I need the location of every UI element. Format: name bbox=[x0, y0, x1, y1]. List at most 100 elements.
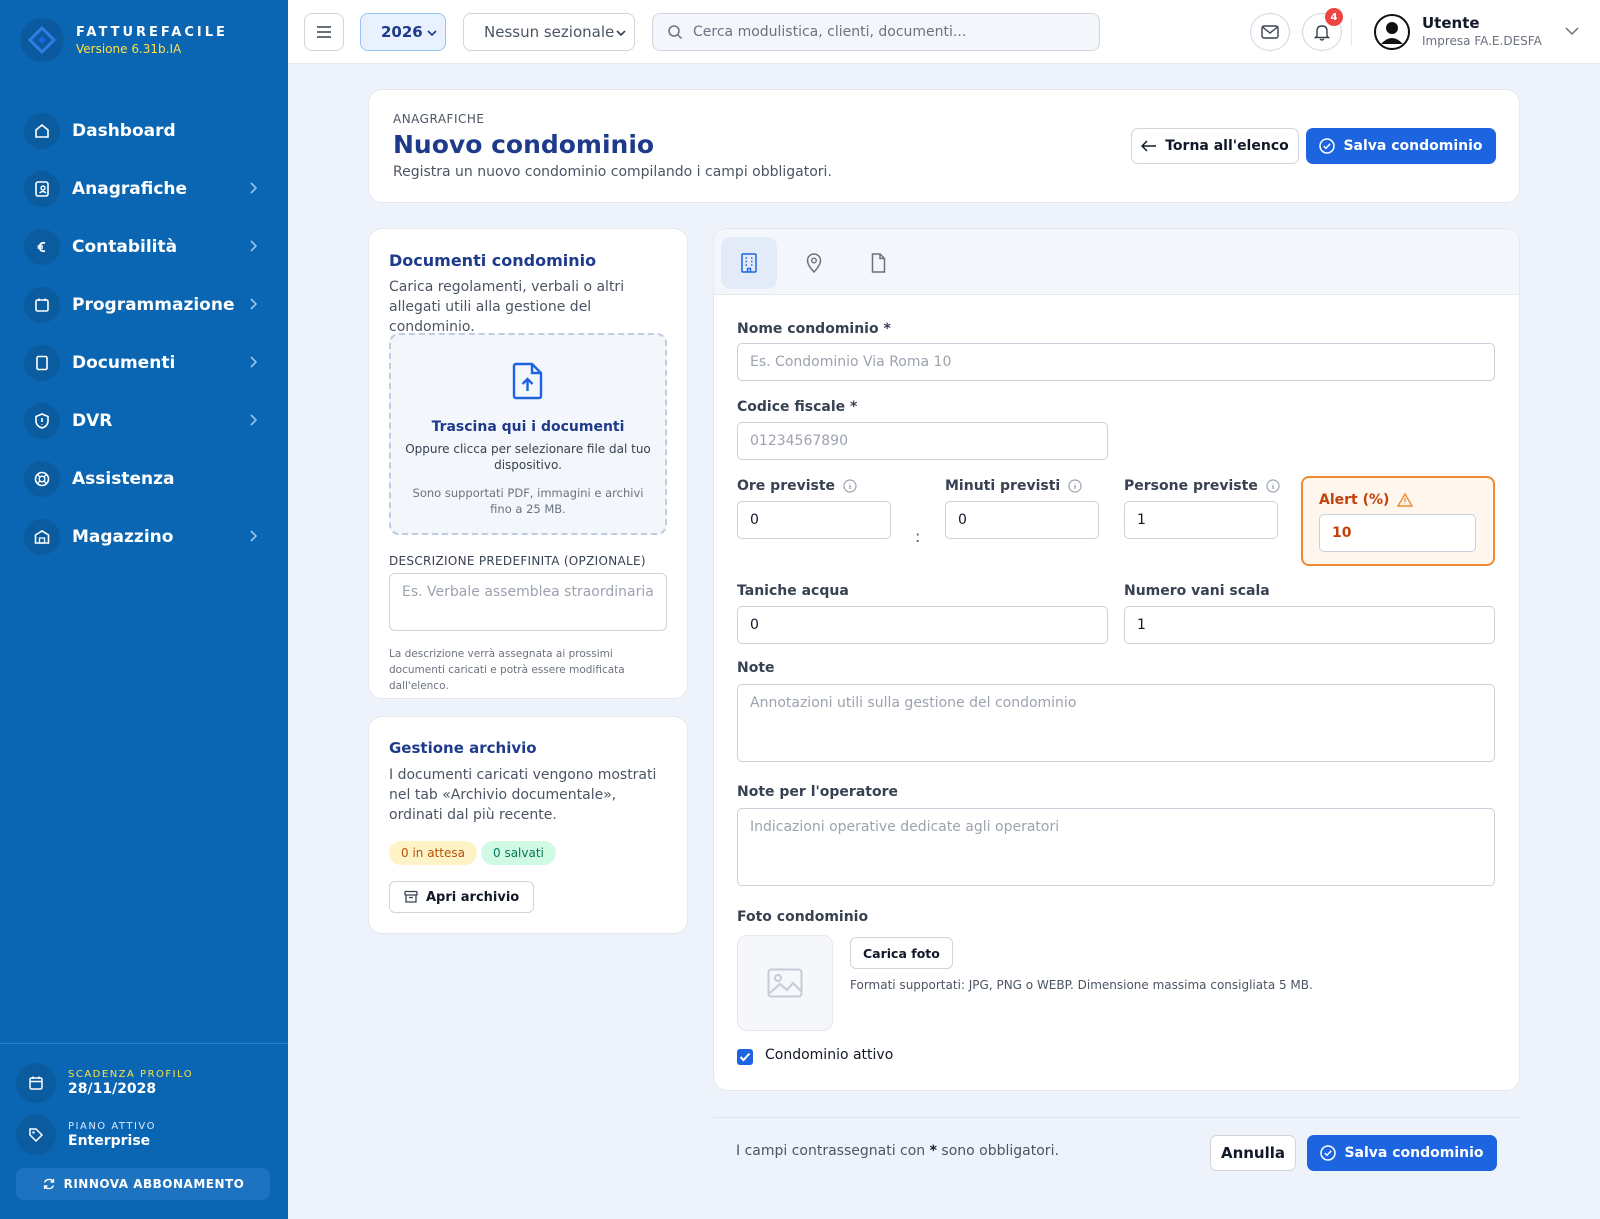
sidebar-item-documenti[interactable]: Documenti bbox=[24, 334, 268, 392]
back-to-list-button[interactable]: Torna all'elenco bbox=[1131, 128, 1299, 164]
chevron-right-icon bbox=[250, 414, 258, 426]
user-name[interactable]: Utente bbox=[1422, 14, 1480, 32]
messages-button[interactable] bbox=[1250, 13, 1290, 51]
note-operatore-label: Note per l'operatore bbox=[737, 784, 898, 800]
renew-subscription-button[interactable]: RINNOVA ABBONAMENTO bbox=[16, 1168, 270, 1200]
required-note-after: sono obbligatori. bbox=[941, 1143, 1059, 1159]
euro-icon bbox=[24, 229, 60, 265]
document-dropzone[interactable]: Trascina qui i documenti Oppure clicca p… bbox=[389, 333, 667, 535]
info-icon[interactable] bbox=[843, 479, 857, 493]
vani-label: Numero vani scala bbox=[1124, 583, 1270, 599]
page-title: Nuovo condominio bbox=[393, 130, 655, 159]
persone-previste-input[interactable]: 1 bbox=[1124, 501, 1278, 539]
chevron-right-icon bbox=[250, 182, 258, 194]
sidebar-item-dashboard[interactable]: Dashboard bbox=[24, 102, 268, 160]
default-description-label: DESCRIZIONE PREDEFINITA (OPZIONALE) bbox=[389, 554, 646, 568]
taniche-acqua-input[interactable]: 0 bbox=[737, 606, 1108, 644]
sidebar-item-label: Anagrafiche bbox=[72, 179, 188, 199]
required-star: * bbox=[929, 1143, 937, 1159]
saved-badge: 0 salvati bbox=[481, 841, 556, 865]
tab-documents[interactable] bbox=[850, 237, 906, 289]
brand-version: Versione 6.31b.IA bbox=[76, 41, 182, 56]
active-label[interactable]: Condominio attivo bbox=[765, 1047, 893, 1063]
info-icon[interactable] bbox=[1068, 479, 1082, 493]
year-value: 2026 bbox=[381, 23, 423, 41]
chevron-down-icon[interactable] bbox=[1565, 26, 1579, 36]
active-checkbox[interactable] bbox=[737, 1049, 753, 1065]
sidebar-item-programmazione[interactable]: Programmazione bbox=[24, 276, 268, 334]
alert-percent-input[interactable]: 10 bbox=[1319, 514, 1476, 552]
note-label: Note bbox=[737, 660, 775, 676]
footer-divider bbox=[713, 1117, 1520, 1118]
expiry-value: 28/11/2028 bbox=[68, 1081, 157, 1097]
footer-save-button[interactable]: Salva condominio bbox=[1307, 1135, 1497, 1171]
check-circle-icon bbox=[1320, 1145, 1337, 1161]
plan-value: Enterprise bbox=[68, 1133, 151, 1149]
vani-scala-input[interactable]: 1 bbox=[1124, 606, 1495, 644]
hamburger-icon bbox=[317, 26, 331, 38]
pending-badge: 0 in attesa bbox=[389, 841, 477, 865]
warehouse-icon bbox=[24, 519, 60, 555]
info-icon[interactable] bbox=[1266, 479, 1280, 493]
breadcrumb: ANAGRAFICHE bbox=[393, 112, 485, 126]
contacts-icon bbox=[24, 171, 60, 207]
brand[interactable]: FATTUREFACILE Versione 6.31b.IA bbox=[20, 18, 228, 62]
document-icon bbox=[24, 345, 60, 381]
year-select[interactable]: 2026 bbox=[360, 13, 446, 51]
photo-preview bbox=[737, 935, 833, 1031]
sidebar-item-anagrafiche[interactable]: Anagrafiche bbox=[24, 160, 268, 218]
search-placeholder: Cerca modulistica, clienti, documenti... bbox=[693, 24, 967, 40]
search-input[interactable]: Cerca modulistica, clienti, documenti... bbox=[652, 13, 1100, 51]
alert-threshold-box: Alert (%) 10 bbox=[1301, 476, 1495, 566]
user-company: Impresa FA.E.DESFA bbox=[1422, 34, 1542, 48]
sidebar-item-label: Documenti bbox=[72, 353, 176, 373]
alert-label: Alert (%) bbox=[1319, 492, 1414, 508]
condominio-form-card: Nome condominio * Es. Condominio Via Rom… bbox=[713, 228, 1520, 1091]
sezionale-select[interactable]: Nessun sezionale bbox=[463, 13, 635, 51]
note-textarea[interactable]: Annotazioni utili sulla gestione del con… bbox=[737, 684, 1495, 762]
sidebar-item-assistenza[interactable]: Assistenza bbox=[24, 450, 268, 508]
menu-toggle-button[interactable] bbox=[304, 13, 344, 51]
tab-address[interactable] bbox=[786, 237, 842, 289]
chevron-right-icon bbox=[250, 356, 258, 368]
upload-photo-button[interactable]: Carica foto bbox=[850, 937, 953, 969]
sidebar-item-label: DVR bbox=[72, 411, 113, 431]
required-note-before: I campi contrassegnati con bbox=[736, 1143, 926, 1159]
topbar: 2026 Nessun sezionale Cerca modulistica,… bbox=[288, 0, 1600, 64]
nome-condominio-input[interactable]: Es. Condominio Via Roma 10 bbox=[737, 343, 1495, 381]
avatar[interactable] bbox=[1374, 14, 1410, 50]
page-header-card: ANAGRAFICHE Nuovo condominio Registra un… bbox=[368, 89, 1520, 203]
cancel-button[interactable]: Annulla bbox=[1210, 1135, 1296, 1171]
required-fields-note: I campi contrassegnati con * sono obblig… bbox=[736, 1143, 1059, 1159]
shield-icon bbox=[24, 403, 60, 439]
open-archive-label: Apri archivio bbox=[426, 889, 520, 905]
default-description-field[interactable]: Es. Verbale assemblea straordinaria bbox=[389, 573, 667, 631]
notifications-button[interactable]: 4 bbox=[1302, 8, 1343, 51]
sidebar-item-magazzino[interactable]: Magazzino bbox=[24, 508, 268, 566]
sidebar-item-dvr[interactable]: DVR bbox=[24, 392, 268, 450]
refresh-icon bbox=[43, 1178, 54, 1190]
dropzone-subtitle: Oppure clicca per selezionare file dal t… bbox=[405, 442, 651, 472]
sezionale-value: Nessun sezionale bbox=[484, 23, 615, 41]
page-subtitle: Registra un nuovo condominio compilando … bbox=[393, 164, 832, 180]
dropzone-title: Trascina qui i documenti bbox=[431, 419, 625, 435]
minuti-previsti-input[interactable]: 0 bbox=[945, 501, 1099, 539]
chevron-down-icon bbox=[616, 30, 626, 37]
ore-label: Ore previste bbox=[737, 478, 857, 494]
ore-previste-input[interactable]: 0 bbox=[737, 501, 891, 539]
sidebar-item-contabilita[interactable]: Contabilità bbox=[24, 218, 268, 276]
search-icon bbox=[668, 25, 683, 40]
archive-title: Gestione archivio bbox=[389, 739, 537, 757]
codice-fiscale-input[interactable]: 01234567890 bbox=[737, 422, 1108, 460]
tab-general[interactable] bbox=[721, 237, 777, 289]
note-operatore-textarea[interactable]: Indicazioni operative dedicate agli oper… bbox=[737, 808, 1495, 886]
sidebar-item-label: Dashboard bbox=[72, 121, 176, 141]
persone-label-text: Persone previste bbox=[1124, 478, 1258, 494]
documents-title: Documenti condominio bbox=[389, 251, 597, 270]
file-icon bbox=[871, 253, 886, 273]
save-button[interactable]: Salva condominio bbox=[1306, 128, 1496, 164]
alert-label-text: Alert (%) bbox=[1319, 492, 1390, 508]
building-icon bbox=[741, 253, 757, 273]
open-archive-button[interactable]: Apri archivio bbox=[389, 881, 535, 913]
cancel-label: Annulla bbox=[1220, 1144, 1286, 1162]
